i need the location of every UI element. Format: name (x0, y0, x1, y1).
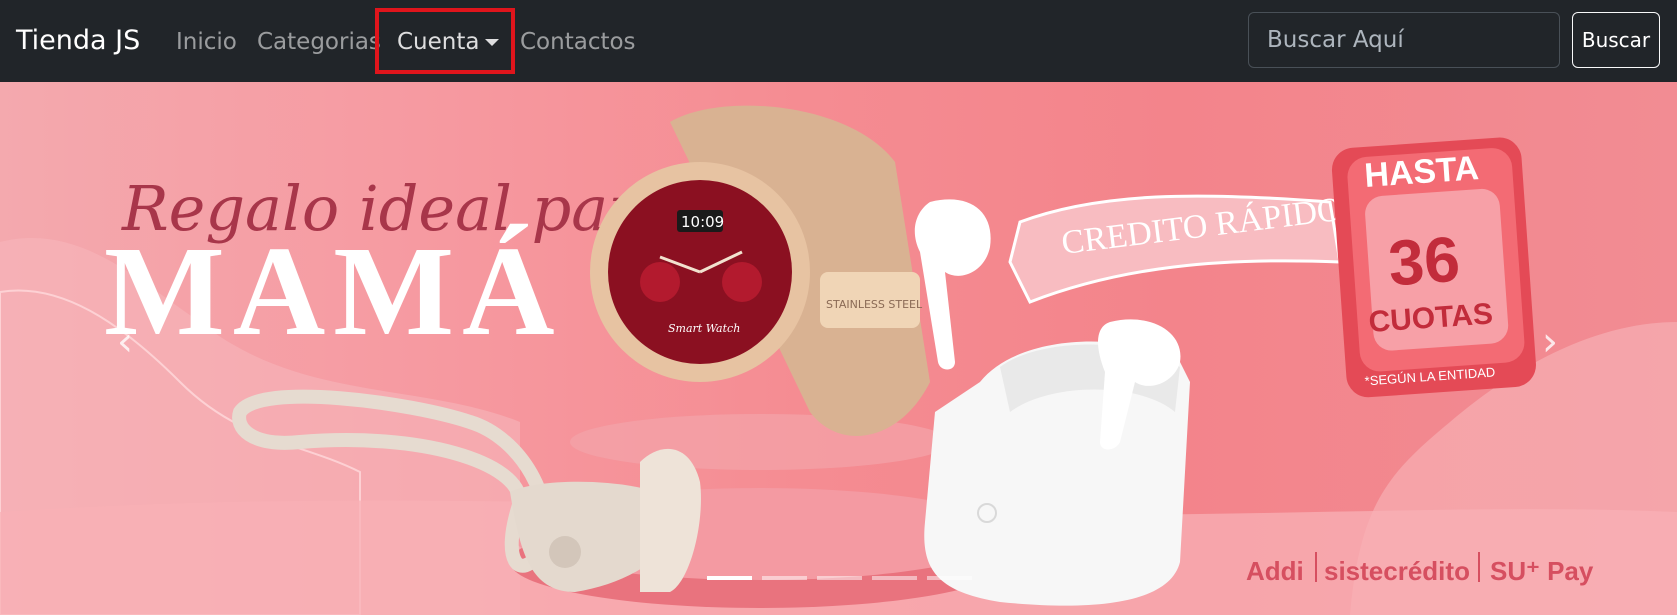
nav-link-contactos[interactable]: Contactos (520, 25, 636, 59)
carousel-indicator[interactable] (927, 576, 972, 580)
promo-carousel: Regalo ideal para MAMÁ STAINLESS STEEL 1… (0, 82, 1677, 615)
banner-headline: MAMÁ (104, 220, 563, 362)
carousel-indicator[interactable] (872, 576, 917, 580)
watch-subdial-right (722, 262, 762, 302)
badge-number: 36 (1386, 223, 1462, 300)
carousel-indicator[interactable] (707, 576, 752, 580)
partner-divider-2 (1478, 552, 1480, 582)
nav-link-inicio[interactable]: Inicio (176, 25, 237, 59)
search-input[interactable] (1248, 12, 1560, 68)
credit-badge: HASTA 36 CUOTAS *SEGÚN LA ENTIDAD (1331, 137, 1536, 398)
carousel-prev-button[interactable]: ‹ (110, 322, 140, 362)
floating-earbud (914, 199, 991, 370)
caret-down-icon[interactable] (485, 39, 499, 46)
partner-addi: Addi (1246, 556, 1304, 586)
watch-time: 10:09 (681, 213, 724, 231)
search-button[interactable]: Buscar (1572, 12, 1660, 68)
partner-sistecredito: sistecrédito (1324, 556, 1470, 586)
brand-link[interactable]: Tienda JS (16, 21, 140, 61)
badge-hasta: HASTA (1363, 149, 1480, 195)
partner-supay: SU⁺ Pay (1490, 556, 1594, 586)
nav-dropdown-cuenta[interactable]: Cuenta (375, 8, 515, 74)
watch-brand: Smart Watch (668, 322, 740, 335)
chevron-left-icon: ‹ (117, 319, 133, 365)
watch-strap-text: STAINLESS STEEL (826, 298, 923, 311)
partner-divider-1 (1315, 552, 1317, 582)
nav-link-categorias[interactable]: Categorias (257, 25, 381, 59)
carousel-indicator[interactable] (762, 576, 807, 580)
carousel-indicators (707, 576, 972, 580)
carousel-next-button[interactable]: › (1535, 322, 1565, 362)
promo-banner-art: Regalo ideal para MAMÁ STAINLESS STEEL 1… (0, 105, 1677, 615)
top-navbar: Tienda JS Inicio Categorias Cuenta Conta… (0, 0, 1677, 82)
carousel-indicator[interactable] (817, 576, 862, 580)
watch-subdial-left (640, 262, 680, 302)
chevron-right-icon: › (1542, 319, 1558, 365)
nav-link-cuenta[interactable]: Cuenta (397, 25, 479, 59)
earbud-logo-circle (549, 536, 581, 568)
